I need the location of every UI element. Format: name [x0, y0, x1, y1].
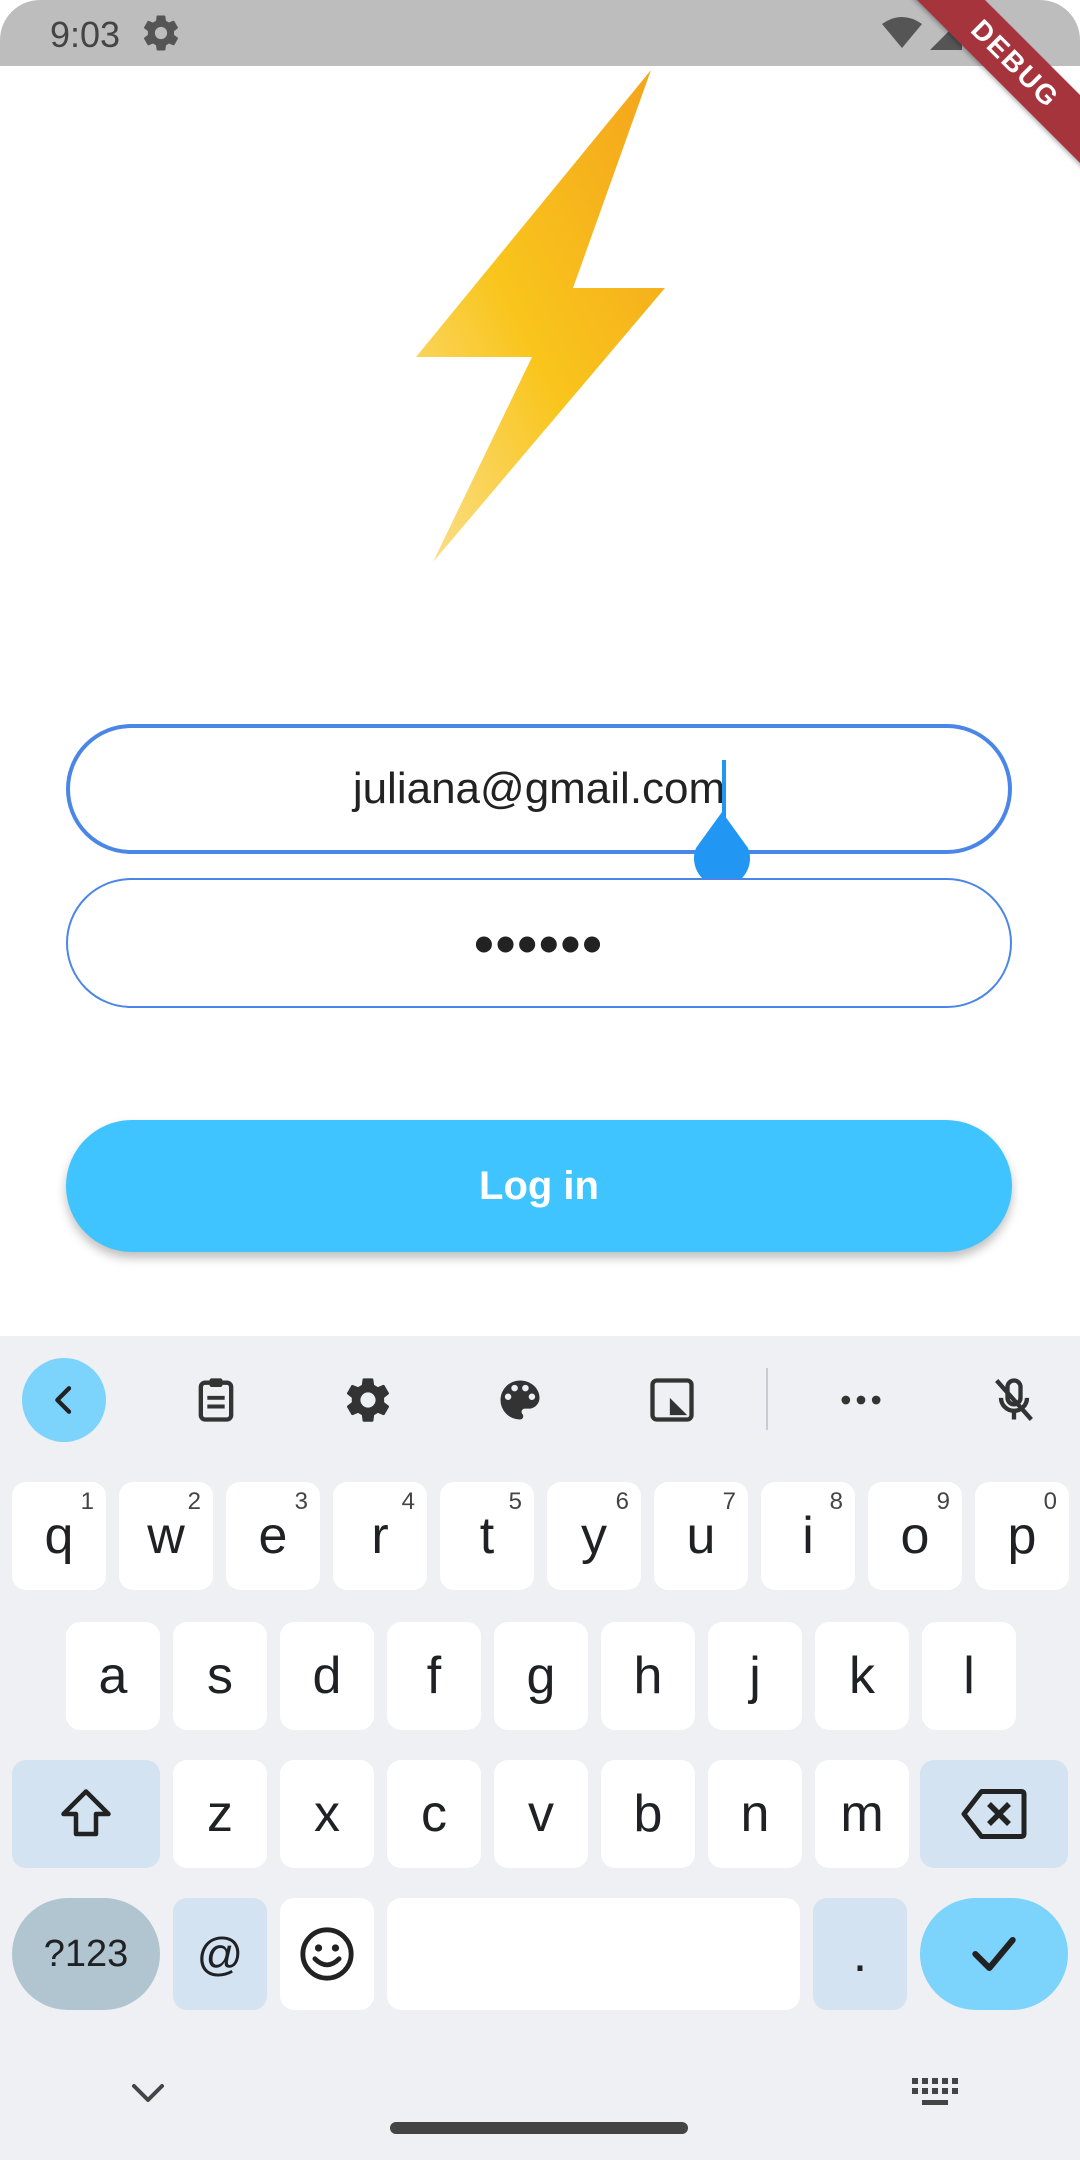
shift-key[interactable]	[12, 1760, 160, 1868]
settings-status-icon	[143, 15, 179, 51]
shift-icon	[61, 1789, 111, 1837]
more-icon[interactable]	[819, 1358, 903, 1442]
key-d[interactable]: d	[280, 1622, 374, 1730]
toolbar-divider	[766, 1368, 768, 1430]
backspace-key[interactable]	[920, 1760, 1068, 1868]
key-i[interactable]: i8	[761, 1482, 855, 1590]
key-k[interactable]: k	[815, 1622, 909, 1730]
at-key[interactable]: @	[173, 1898, 267, 2010]
key-t[interactable]: t5	[440, 1482, 534, 1590]
status-time: 9:03	[50, 14, 121, 55]
settings-icon[interactable]	[326, 1358, 410, 1442]
key-l[interactable]: l	[922, 1622, 1016, 1730]
space-key[interactable]	[387, 1898, 800, 2010]
checkmark-icon	[972, 1936, 1016, 1972]
backspace-icon	[961, 1789, 1027, 1839]
lightning-bolt-logo	[416, 70, 665, 562]
key-q[interactable]: q1	[12, 1482, 106, 1590]
cursor-handle[interactable]	[692, 812, 752, 882]
key-c[interactable]: c	[387, 1760, 481, 1868]
login-button[interactable]: Log in	[66, 1120, 1012, 1252]
email-field[interactable]: juliana@gmail.com	[66, 724, 1012, 854]
status-bar: 9:03	[0, 0, 1080, 66]
key-z[interactable]: z	[173, 1760, 267, 1868]
key-r[interactable]: r4	[333, 1482, 427, 1590]
key-b[interactable]: b	[601, 1760, 695, 1868]
soft-keyboard: q1 w2 e3 r4 t5 y6 u7 i8 o9 p0 a s d f g …	[0, 1336, 1080, 2160]
clipboard-icon[interactable]	[174, 1358, 258, 1442]
key-g[interactable]: g	[494, 1622, 588, 1730]
key-a[interactable]: a	[66, 1622, 160, 1730]
key-v[interactable]: v	[494, 1760, 588, 1868]
key-h[interactable]: h	[601, 1622, 695, 1730]
key-s[interactable]: s	[173, 1622, 267, 1730]
email-value: juliana@gmail.com	[352, 764, 726, 813]
key-y[interactable]: y6	[547, 1482, 641, 1590]
text-cursor	[722, 760, 726, 818]
key-e[interactable]: e3	[226, 1482, 320, 1590]
password-field[interactable]: ••••••	[66, 878, 1012, 1008]
wifi-icon	[882, 17, 922, 48]
keyboard-switch-icon[interactable]	[910, 2076, 960, 2110]
emoji-key[interactable]	[280, 1898, 374, 2010]
key-o[interactable]: o9	[868, 1482, 962, 1590]
mic-off-icon[interactable]	[972, 1358, 1056, 1442]
key-f[interactable]: f	[387, 1622, 481, 1730]
key-m[interactable]: m	[815, 1760, 909, 1868]
period-key[interactable]: .	[813, 1898, 907, 2010]
emoji-icon	[300, 1927, 354, 1981]
key-u[interactable]: u7	[654, 1482, 748, 1590]
done-key[interactable]	[920, 1898, 1068, 2010]
keyboard-toolbar	[0, 1336, 1080, 1464]
symbols-key[interactable]: ?123	[12, 1898, 160, 2010]
resize-icon[interactable]	[630, 1358, 714, 1442]
key-w[interactable]: w2	[119, 1482, 213, 1590]
palette-icon[interactable]	[478, 1358, 562, 1442]
key-n[interactable]: n	[708, 1760, 802, 1868]
key-p[interactable]: p0	[975, 1482, 1069, 1590]
home-indicator[interactable]	[390, 2122, 688, 2134]
key-x[interactable]: x	[280, 1760, 374, 1868]
password-value: ••••••	[474, 911, 604, 975]
chevron-down-icon[interactable]	[128, 2078, 168, 2108]
back-icon[interactable]	[22, 1358, 106, 1442]
key-j[interactable]: j	[708, 1622, 802, 1730]
